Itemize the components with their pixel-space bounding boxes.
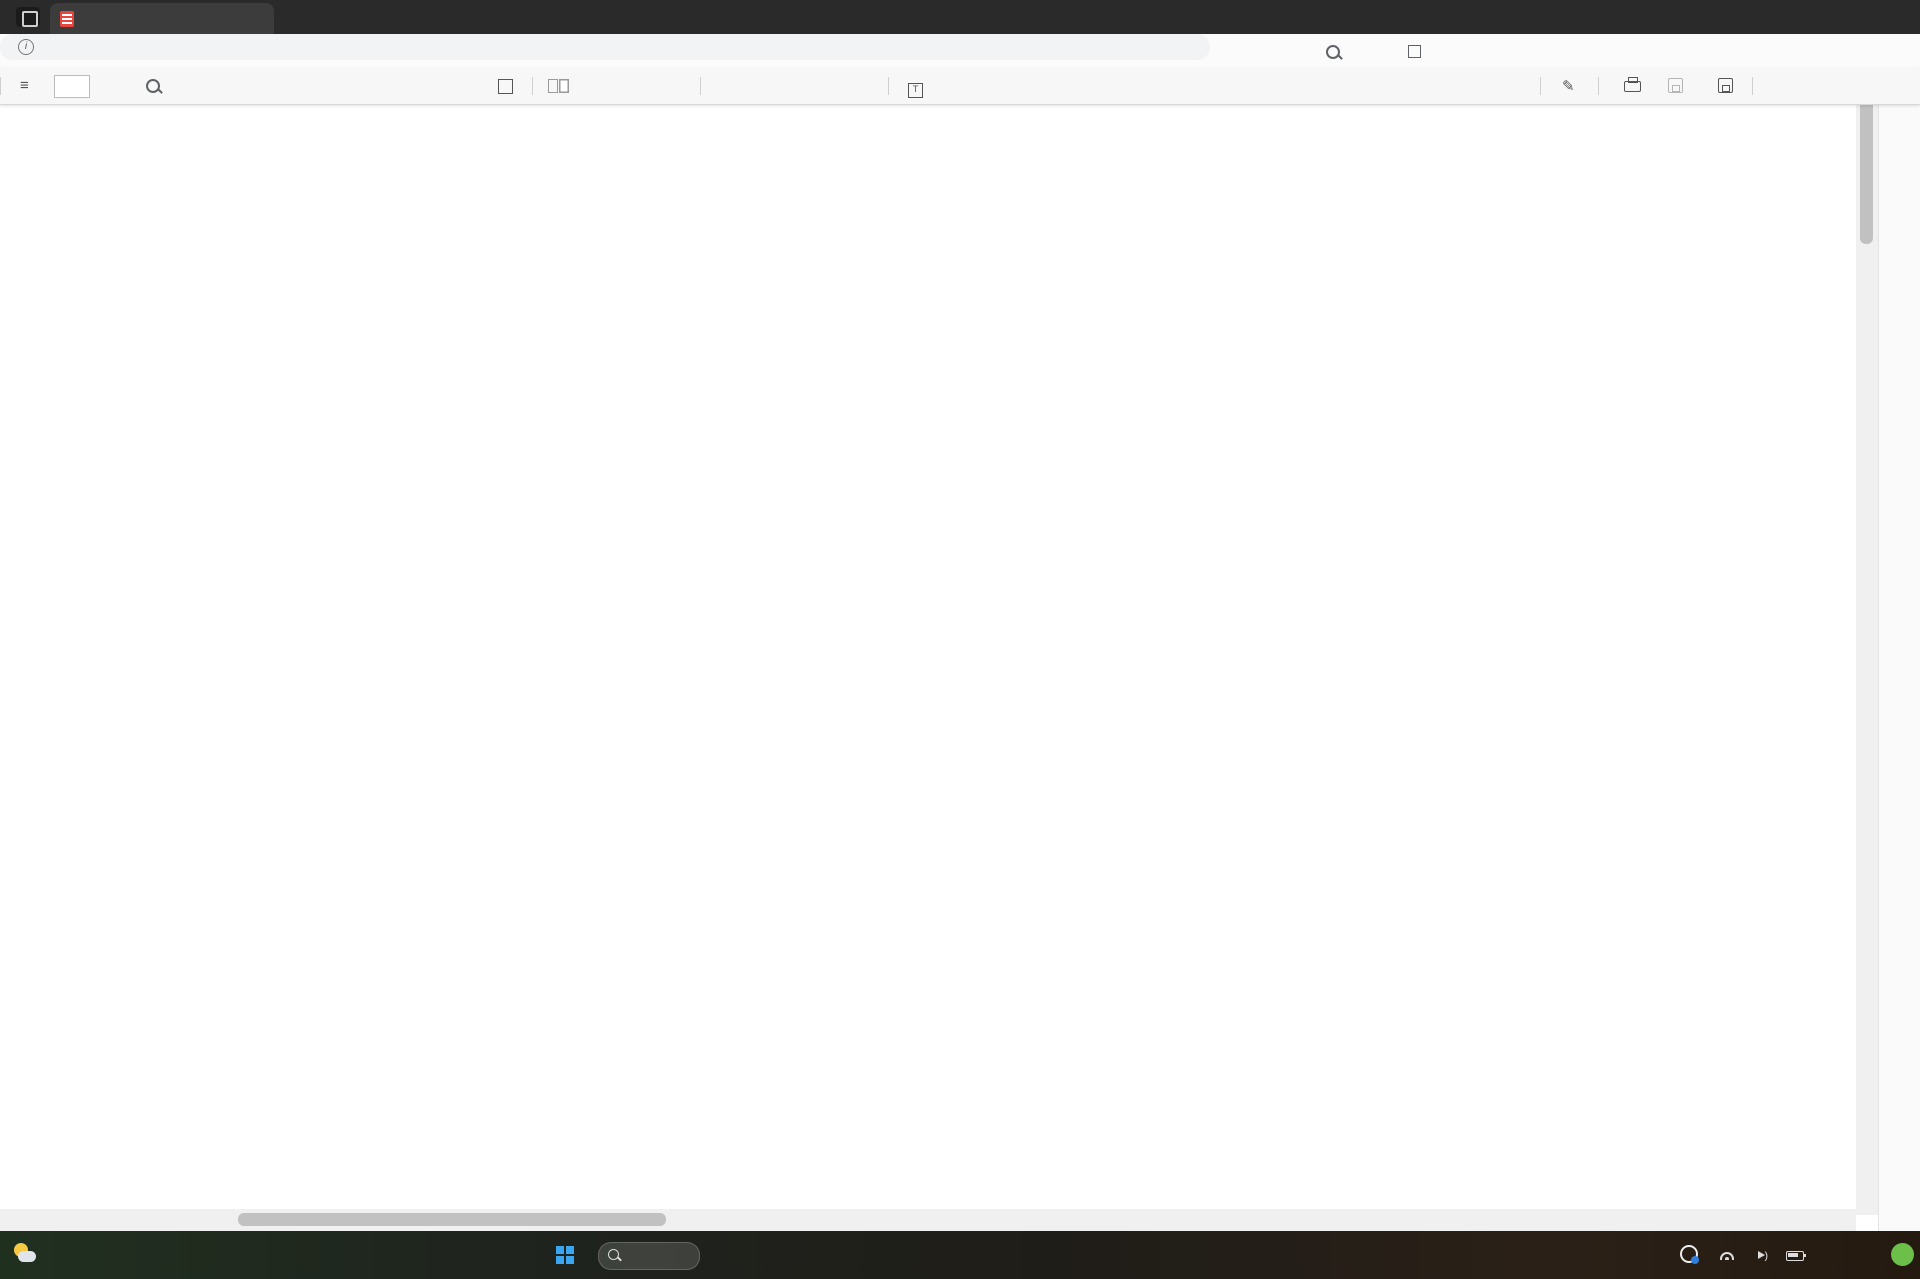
weather-icon[interactable] [12, 1241, 38, 1267]
contents-icon[interactable]: ≡ [20, 77, 29, 94]
search-document-icon[interactable] [146, 79, 160, 97]
page-view-icon[interactable] [548, 79, 558, 97]
add-text-icon[interactable]: T [908, 79, 923, 98]
vertical-scroll-thumb[interactable] [1860, 94, 1873, 244]
workspaces-icon[interactable] [16, 7, 40, 27]
volume-icon[interactable]: ) [1758, 1248, 1768, 1262]
start-button[interactable] [556, 1246, 574, 1264]
address-bar: i [0, 34, 1920, 69]
highlight-pen-icon[interactable]: ✎ [1562, 77, 1575, 95]
wifi-icon[interactable] [1720, 1249, 1734, 1263]
taskbar-search-icon [608, 1249, 619, 1260]
vertical-scrollbar[interactable] [1856, 68, 1878, 1215]
zoom-page-icon[interactable] [1326, 45, 1340, 62]
print-icon[interactable] [1624, 76, 1641, 93]
horizontal-scroll-thumb[interactable] [238, 1213, 666, 1226]
taskbar: ) [0, 1231, 1920, 1279]
battery-icon[interactable] [1786, 1250, 1804, 1264]
taskbar-search-box[interactable] [598, 1242, 700, 1270]
fit-page-icon[interactable] [498, 79, 513, 98]
url-field[interactable]: i [0, 34, 1210, 60]
browser-tab-strip [0, 0, 1920, 34]
teams-tray-icon[interactable] [1680, 1245, 1698, 1266]
notification-badge[interactable] [1891, 1243, 1914, 1266]
page-number-input[interactable] [54, 75, 90, 98]
info-icon[interactable]: i [18, 39, 34, 55]
collections-icon[interactable] [1408, 45, 1421, 61]
pdf-file-icon [60, 11, 74, 27]
horizontal-scrollbar[interactable] [0, 1209, 1856, 1231]
save-as-icon[interactable] [1718, 78, 1733, 97]
browser-tab[interactable] [50, 3, 274, 34]
save-icon [1668, 78, 1683, 97]
edge-sidebar [1878, 34, 1920, 1231]
pdf-toolbar: ≡ T ✎ [0, 68, 1920, 105]
pdf-page-floorplan [0, 104, 1856, 1209]
